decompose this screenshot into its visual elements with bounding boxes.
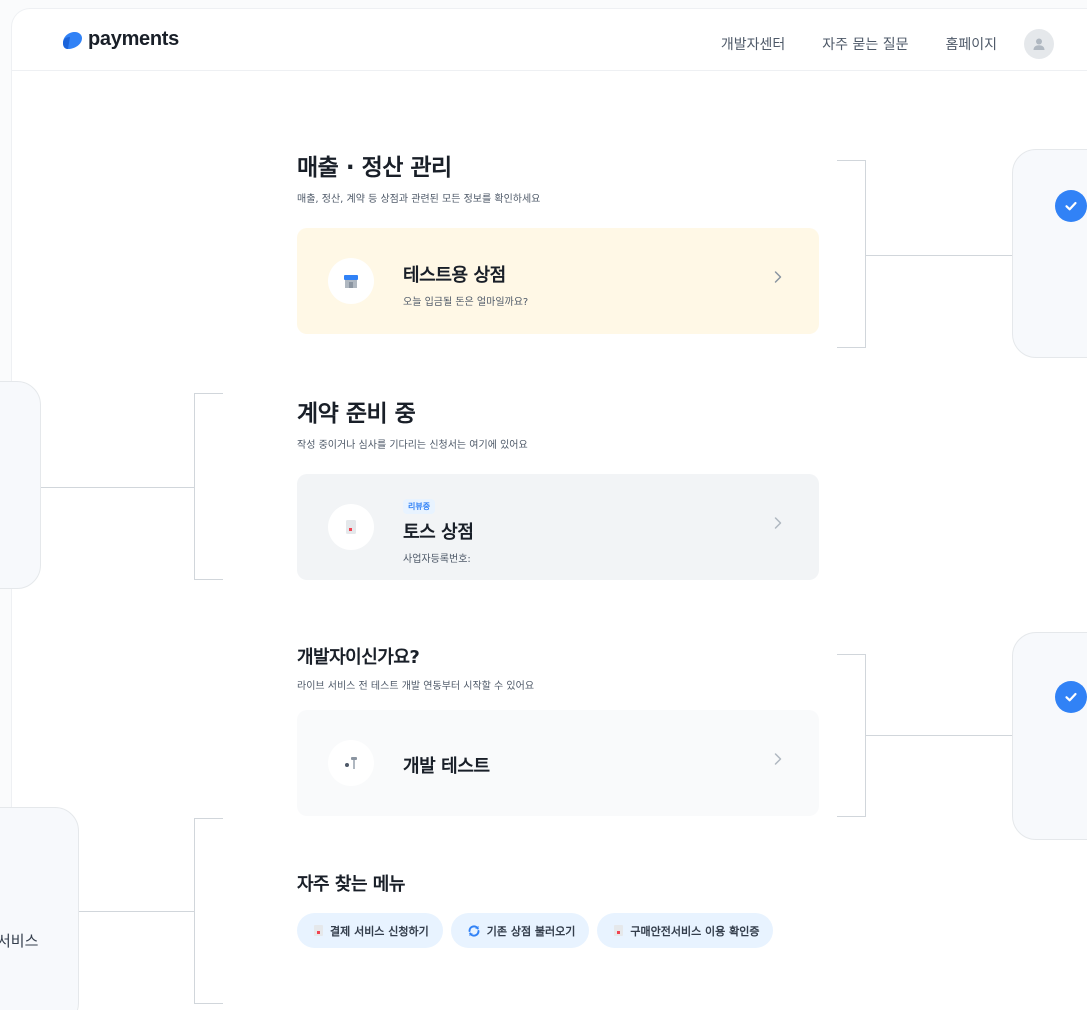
- chip-apply-payment[interactable]: 결제 서비스 신청하기: [297, 913, 443, 948]
- top-navigation-bar: payments 개발자센터 자주 묻는 질문 홈페이지: [12, 9, 1087, 71]
- side-panel-left-bottom: 서비스: [0, 807, 79, 1010]
- nav-homepage[interactable]: 홈페이지: [945, 34, 997, 54]
- connector-bracket: [837, 160, 866, 348]
- chip-label: 기존 상점 불러오기: [486, 924, 576, 938]
- document-icon: [314, 925, 323, 936]
- developer-section-header: 개발자이신가요? 라이브 서비스 전 테스트 개발 연동부터 시작할 수 있어요: [297, 643, 819, 692]
- hammer-icon: [345, 757, 357, 769]
- store-icon: [344, 275, 358, 288]
- chip-escrow-certificate[interactable]: 구매안전서비스 이용 확인증: [597, 913, 774, 948]
- connector-bracket: [194, 393, 223, 580]
- store-card-text: 테스트용 상점 오늘 입금될 돈은 얼마일까요?: [403, 261, 528, 308]
- chevron-right-icon: [774, 753, 782, 765]
- store-name: 토스 상점: [403, 522, 474, 543]
- side-panel-right-bottom: [1012, 632, 1087, 840]
- developer-card-text: 개발 테스트: [403, 752, 490, 778]
- side-panel-right-top: [1012, 149, 1087, 358]
- frequent-menu-header: 자주 찾는 메뉴: [297, 870, 819, 896]
- user-icon: [1033, 38, 1045, 50]
- refresh-icon: [468, 924, 480, 937]
- chip-label: 결제 서비스 신청하기: [330, 924, 429, 938]
- connector-bracket: [837, 654, 866, 817]
- avatar[interactable]: [1024, 29, 1054, 59]
- logo-text: payments: [88, 28, 179, 50]
- chip-label: 구매안전서비스 이용 확인증: [630, 924, 760, 938]
- business-number-label: 사업자등록번호:: [403, 554, 471, 565]
- frequent-menu-chips: 결제 서비스 신청하기 기존 상점 불러오기 구매안전서비스 이용 확인증: [297, 913, 774, 948]
- developer-test-label: 개발 테스트: [403, 756, 490, 777]
- document-icon: [346, 520, 356, 534]
- logo[interactable]: payments: [60, 28, 179, 51]
- store-name: 테스트용 상점: [403, 265, 506, 286]
- chip-import-store[interactable]: 기존 상점 불러오기: [450, 913, 590, 948]
- document-icon: [614, 925, 624, 936]
- store-card-test[interactable]: 테스트용 상점 오늘 입금될 돈은 얼마일까요?: [297, 228, 819, 334]
- side-panel-label: 서비스: [0, 932, 39, 950]
- nav-faq[interactable]: 자주 묻는 질문: [822, 34, 908, 54]
- chevron-right-icon: [774, 271, 782, 283]
- developer-test-card[interactable]: 개발 테스트: [297, 710, 819, 816]
- connector-line: [866, 255, 1012, 256]
- section-title: 개발자이신가요?: [297, 647, 420, 668]
- store-card-toss[interactable]: 리뷰중 토스 상점 사업자등록번호:: [297, 474, 819, 580]
- store-icon-wrap: [328, 258, 374, 304]
- top-nav: 개발자센터 자주 묻는 질문 홈페이지: [684, 29, 1054, 59]
- check-circle-icon: [1055, 190, 1087, 222]
- nav-developer-center[interactable]: 개발자센터: [721, 34, 785, 54]
- section-title: 매출 · 정산 관리: [297, 155, 452, 181]
- store-card-text: 리뷰중 토스 상점 사업자등록번호:: [403, 494, 474, 565]
- section-subtitle: 라이브 서비스 전 테스트 개발 연동부터 시작할 수 있어요: [297, 681, 535, 692]
- section-title: 계약 준비 중: [297, 401, 416, 427]
- tool-icon-wrap: [328, 740, 374, 786]
- store-desc: 오늘 입금될 돈은 얼마일까요?: [403, 297, 529, 308]
- sales-section-header: 매출 · 정산 관리 매출, 정산, 계약 등 상점과 관련된 모든 정보를 확…: [297, 148, 819, 205]
- side-panel-left-middle: [0, 381, 41, 589]
- connector-bracket: [194, 818, 223, 1004]
- section-subtitle: 작성 중이거나 심사를 기다리는 신청서는 여기에 있어요: [297, 440, 528, 451]
- connector-line: [79, 911, 194, 912]
- payments-logo-icon: [63, 31, 82, 49]
- connector-line: [866, 735, 1012, 736]
- check-circle-icon: [1055, 681, 1087, 713]
- chevron-right-icon: [774, 517, 782, 529]
- section-subtitle: 매출, 정산, 계약 등 상점과 관련된 모든 정보를 확인하세요: [297, 194, 541, 205]
- connector-line: [41, 487, 194, 488]
- review-status-badge: 리뷰중: [403, 499, 436, 514]
- contract-section-header: 계약 준비 중 작성 중이거나 심사를 기다리는 신청서는 여기에 있어요: [297, 394, 819, 451]
- document-icon-wrap: [328, 504, 374, 550]
- section-title: 자주 찾는 메뉴: [297, 874, 405, 895]
